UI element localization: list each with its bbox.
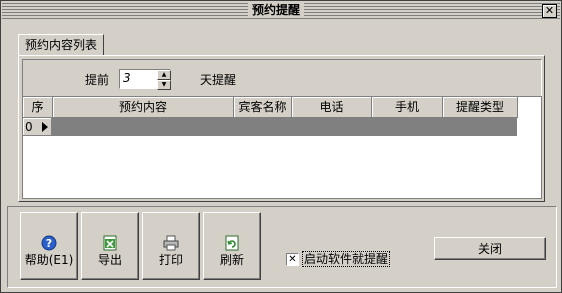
row-index: 0 <box>25 120 33 134</box>
col-header-phone[interactable]: 电话 <box>292 97 372 118</box>
days-reminder-label: 天提醒 <box>200 73 237 87</box>
window-title: 预约提醒 <box>248 3 305 18</box>
reminder-window: 预约提醒 ✕ 预约内容列表 提前 3 ▲ ▼ 天提醒 序 预约内容 宾客名称 电… <box>0 0 562 293</box>
row-data-cells[interactable] <box>52 118 517 136</box>
reservation-grid[interactable]: 序 预约内容 宾客名称 电话 手机 提醒类型 0 <box>22 96 542 199</box>
spinner-buttons: ▲ ▼ <box>157 70 171 90</box>
col-header-index[interactable]: 序 <box>23 97 53 118</box>
startup-reminder-checkbox[interactable]: ✕ <box>286 253 299 266</box>
close-icon[interactable]: ✕ <box>542 4 557 18</box>
table-row[interactable]: 0 <box>23 118 517 137</box>
action-panel: ? 帮助(E1) 导出 打印 刷新 ✕ 启动软件就提醒 关闭 <box>7 206 557 288</box>
tab-panel: 提前 3 ▲ ▼ 天提醒 序 预约内容 宾客名称 电话 手机 提醒类型 0 <box>18 55 545 202</box>
row-index-cell: 0 <box>23 118 52 136</box>
printer-icon <box>163 235 179 251</box>
row-pointer-icon <box>42 122 48 132</box>
export-label: 导出 <box>97 253 122 267</box>
refresh-label: 刷新 <box>219 253 244 267</box>
print-label: 打印 <box>158 253 183 267</box>
col-header-guest[interactable]: 宾客名称 <box>234 97 292 118</box>
excel-export-icon <box>103 235 117 251</box>
print-button[interactable]: 打印 <box>142 212 200 280</box>
col-header-content[interactable]: 预约内容 <box>53 97 234 118</box>
refresh-icon <box>225 235 239 251</box>
help-icon: ? <box>41 235 57 251</box>
export-button[interactable]: 导出 <box>81 212 139 280</box>
grid-header: 序 预约内容 宾客名称 电话 手机 提醒类型 <box>23 97 518 118</box>
svg-text:?: ? <box>46 237 52 250</box>
refresh-button[interactable]: 刷新 <box>203 212 261 280</box>
help-label: 帮助(E1) <box>24 253 74 267</box>
startup-reminder-label[interactable]: 启动软件就提醒 <box>302 251 391 267</box>
spin-down-icon[interactable]: ▼ <box>157 80 171 90</box>
col-header-reminder-type[interactable]: 提醒类型 <box>443 97 518 118</box>
tab-reservation-list[interactable]: 预约内容列表 <box>18 34 104 56</box>
filter-toolbar: 提前 3 ▲ ▼ 天提醒 <box>22 59 542 97</box>
help-button[interactable]: ? 帮助(E1) <box>20 212 78 280</box>
advance-label: 提前 <box>85 73 110 87</box>
days-spinner[interactable]: 3 ▲ ▼ <box>119 69 171 90</box>
spin-up-icon[interactable]: ▲ <box>157 70 171 80</box>
days-value[interactable]: 3 <box>123 71 131 85</box>
close-button[interactable]: 关闭 <box>434 237 546 260</box>
col-header-mobile[interactable]: 手机 <box>372 97 443 118</box>
title-bar[interactable]: 预约提醒 ✕ <box>2 2 560 19</box>
